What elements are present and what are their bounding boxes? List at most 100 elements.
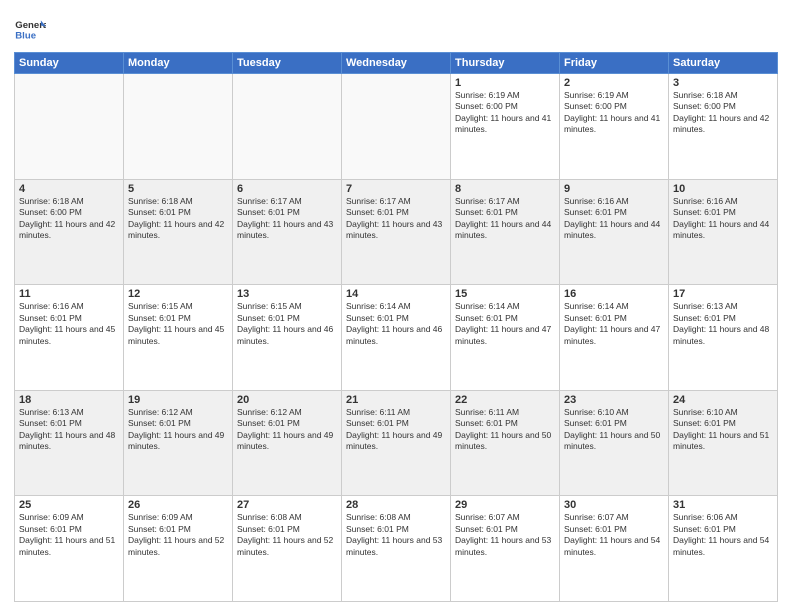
day-number: 24 (673, 394, 773, 406)
day-number: 1 (455, 77, 555, 89)
calendar-cell: 25Sunrise: 6:09 AMSunset: 6:01 PMDayligh… (15, 496, 124, 602)
calendar-cell: 27Sunrise: 6:08 AMSunset: 6:01 PMDayligh… (233, 496, 342, 602)
calendar-cell: 24Sunrise: 6:10 AMSunset: 6:01 PMDayligh… (669, 390, 778, 496)
page: General Blue SundayMondayTuesdayWednesda… (0, 0, 792, 612)
day-number: 29 (455, 499, 555, 511)
calendar-cell: 3Sunrise: 6:18 AMSunset: 6:00 PMDaylight… (669, 74, 778, 180)
day-number: 2 (564, 77, 664, 89)
header: General Blue (14, 10, 778, 46)
day-info: Sunrise: 6:14 AMSunset: 6:01 PMDaylight:… (346, 301, 446, 347)
calendar-cell: 1Sunrise: 6:19 AMSunset: 6:00 PMDaylight… (451, 74, 560, 180)
day-number: 18 (19, 394, 119, 406)
calendar-row: 11Sunrise: 6:16 AMSunset: 6:01 PMDayligh… (15, 285, 778, 391)
day-info: Sunrise: 6:09 AMSunset: 6:01 PMDaylight:… (128, 512, 228, 558)
calendar-cell: 28Sunrise: 6:08 AMSunset: 6:01 PMDayligh… (342, 496, 451, 602)
day-number: 28 (346, 499, 446, 511)
calendar-header-row: SundayMondayTuesdayWednesdayThursdayFrid… (15, 53, 778, 74)
day-number: 14 (346, 288, 446, 300)
day-number: 7 (346, 183, 446, 195)
calendar-cell (233, 74, 342, 180)
calendar-cell: 13Sunrise: 6:15 AMSunset: 6:01 PMDayligh… (233, 285, 342, 391)
day-info: Sunrise: 6:10 AMSunset: 6:01 PMDaylight:… (564, 407, 664, 453)
calendar-cell: 5Sunrise: 6:18 AMSunset: 6:01 PMDaylight… (124, 179, 233, 285)
day-info: Sunrise: 6:11 AMSunset: 6:01 PMDaylight:… (346, 407, 446, 453)
day-number: 26 (128, 499, 228, 511)
day-info: Sunrise: 6:13 AMSunset: 6:01 PMDaylight:… (673, 301, 773, 347)
day-number: 27 (237, 499, 337, 511)
calendar-row: 25Sunrise: 6:09 AMSunset: 6:01 PMDayligh… (15, 496, 778, 602)
weekday-header: Tuesday (233, 53, 342, 74)
calendar-cell: 10Sunrise: 6:16 AMSunset: 6:01 PMDayligh… (669, 179, 778, 285)
day-number: 15 (455, 288, 555, 300)
calendar-cell: 2Sunrise: 6:19 AMSunset: 6:00 PMDaylight… (560, 74, 669, 180)
day-info: Sunrise: 6:12 AMSunset: 6:01 PMDaylight:… (128, 407, 228, 453)
calendar-table: SundayMondayTuesdayWednesdayThursdayFrid… (14, 52, 778, 602)
calendar-cell: 23Sunrise: 6:10 AMSunset: 6:01 PMDayligh… (560, 390, 669, 496)
day-number: 22 (455, 394, 555, 406)
weekday-header: Saturday (669, 53, 778, 74)
calendar-cell: 7Sunrise: 6:17 AMSunset: 6:01 PMDaylight… (342, 179, 451, 285)
day-number: 9 (564, 183, 664, 195)
calendar-cell (342, 74, 451, 180)
logo: General Blue (14, 14, 50, 46)
logo-icon: General Blue (14, 14, 46, 46)
day-number: 30 (564, 499, 664, 511)
weekday-header: Thursday (451, 53, 560, 74)
day-number: 3 (673, 77, 773, 89)
day-number: 25 (19, 499, 119, 511)
day-info: Sunrise: 6:19 AMSunset: 6:00 PMDaylight:… (564, 90, 664, 136)
day-info: Sunrise: 6:08 AMSunset: 6:01 PMDaylight:… (237, 512, 337, 558)
day-number: 11 (19, 288, 119, 300)
day-number: 8 (455, 183, 555, 195)
calendar-cell: 14Sunrise: 6:14 AMSunset: 6:01 PMDayligh… (342, 285, 451, 391)
calendar-cell: 19Sunrise: 6:12 AMSunset: 6:01 PMDayligh… (124, 390, 233, 496)
calendar-cell: 31Sunrise: 6:06 AMSunset: 6:01 PMDayligh… (669, 496, 778, 602)
calendar-cell: 16Sunrise: 6:14 AMSunset: 6:01 PMDayligh… (560, 285, 669, 391)
weekday-header: Monday (124, 53, 233, 74)
calendar-cell: 26Sunrise: 6:09 AMSunset: 6:01 PMDayligh… (124, 496, 233, 602)
day-number: 20 (237, 394, 337, 406)
day-info: Sunrise: 6:12 AMSunset: 6:01 PMDaylight:… (237, 407, 337, 453)
day-info: Sunrise: 6:09 AMSunset: 6:01 PMDaylight:… (19, 512, 119, 558)
weekday-header: Friday (560, 53, 669, 74)
day-number: 19 (128, 394, 228, 406)
day-info: Sunrise: 6:17 AMSunset: 6:01 PMDaylight:… (455, 196, 555, 242)
day-number: 31 (673, 499, 773, 511)
calendar-cell: 12Sunrise: 6:15 AMSunset: 6:01 PMDayligh… (124, 285, 233, 391)
calendar-cell: 6Sunrise: 6:17 AMSunset: 6:01 PMDaylight… (233, 179, 342, 285)
day-number: 21 (346, 394, 446, 406)
day-info: Sunrise: 6:11 AMSunset: 6:01 PMDaylight:… (455, 407, 555, 453)
calendar-cell: 8Sunrise: 6:17 AMSunset: 6:01 PMDaylight… (451, 179, 560, 285)
calendar-cell: 22Sunrise: 6:11 AMSunset: 6:01 PMDayligh… (451, 390, 560, 496)
day-number: 16 (564, 288, 664, 300)
calendar-cell: 21Sunrise: 6:11 AMSunset: 6:01 PMDayligh… (342, 390, 451, 496)
calendar-cell: 30Sunrise: 6:07 AMSunset: 6:01 PMDayligh… (560, 496, 669, 602)
day-number: 5 (128, 183, 228, 195)
weekday-header: Wednesday (342, 53, 451, 74)
day-info: Sunrise: 6:18 AMSunset: 6:01 PMDaylight:… (128, 196, 228, 242)
calendar-cell: 17Sunrise: 6:13 AMSunset: 6:01 PMDayligh… (669, 285, 778, 391)
calendar-cell: 29Sunrise: 6:07 AMSunset: 6:01 PMDayligh… (451, 496, 560, 602)
calendar-cell (15, 74, 124, 180)
calendar-cell (124, 74, 233, 180)
day-number: 10 (673, 183, 773, 195)
day-info: Sunrise: 6:16 AMSunset: 6:01 PMDaylight:… (564, 196, 664, 242)
calendar-row: 18Sunrise: 6:13 AMSunset: 6:01 PMDayligh… (15, 390, 778, 496)
day-info: Sunrise: 6:10 AMSunset: 6:01 PMDaylight:… (673, 407, 773, 453)
day-info: Sunrise: 6:17 AMSunset: 6:01 PMDaylight:… (237, 196, 337, 242)
day-info: Sunrise: 6:17 AMSunset: 6:01 PMDaylight:… (346, 196, 446, 242)
day-info: Sunrise: 6:18 AMSunset: 6:00 PMDaylight:… (673, 90, 773, 136)
calendar-cell: 9Sunrise: 6:16 AMSunset: 6:01 PMDaylight… (560, 179, 669, 285)
day-number: 13 (237, 288, 337, 300)
day-info: Sunrise: 6:14 AMSunset: 6:01 PMDaylight:… (564, 301, 664, 347)
day-info: Sunrise: 6:18 AMSunset: 6:00 PMDaylight:… (19, 196, 119, 242)
day-info: Sunrise: 6:19 AMSunset: 6:00 PMDaylight:… (455, 90, 555, 136)
day-info: Sunrise: 6:15 AMSunset: 6:01 PMDaylight:… (128, 301, 228, 347)
calendar-cell: 4Sunrise: 6:18 AMSunset: 6:00 PMDaylight… (15, 179, 124, 285)
calendar-row: 1Sunrise: 6:19 AMSunset: 6:00 PMDaylight… (15, 74, 778, 180)
calendar-row: 4Sunrise: 6:18 AMSunset: 6:00 PMDaylight… (15, 179, 778, 285)
day-info: Sunrise: 6:06 AMSunset: 6:01 PMDaylight:… (673, 512, 773, 558)
calendar-cell: 20Sunrise: 6:12 AMSunset: 6:01 PMDayligh… (233, 390, 342, 496)
day-number: 4 (19, 183, 119, 195)
day-info: Sunrise: 6:08 AMSunset: 6:01 PMDaylight:… (346, 512, 446, 558)
